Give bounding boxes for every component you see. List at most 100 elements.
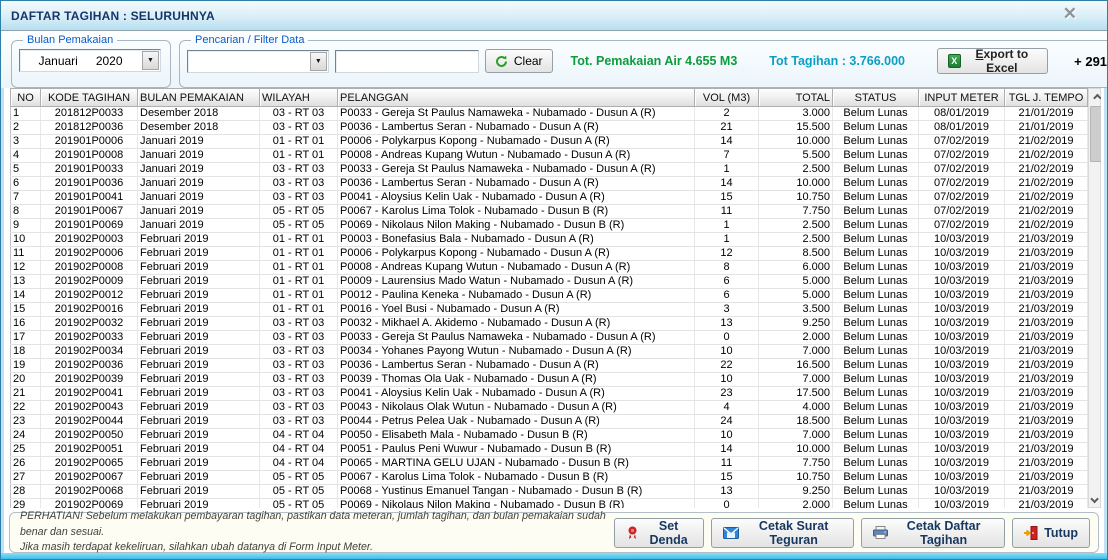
- table-row[interactable]: 23201902P0044Februari 201903 - RT 03P004…: [11, 415, 1088, 429]
- table-row[interactable]: 3201901P0006Januari 201901 - RT 01P0006 …: [11, 135, 1088, 149]
- table-row[interactable]: 2201812P0036Desember 201803 - RT 03P0036…: [11, 121, 1088, 135]
- cell-pelanggan: P0041 - Aloysius Kelin Uak - Nubamado - …: [338, 387, 695, 401]
- cell-total: 7.750: [759, 205, 833, 219]
- column-header-total[interactable]: TOTAL: [759, 89, 833, 107]
- table-row[interactable]: 19201902P0036Februari 201903 - RT 03P003…: [11, 359, 1088, 373]
- scrollbar-thumb[interactable]: [1090, 106, 1101, 162]
- table-row[interactable]: 24201902P0050Februari 201904 - RT 04P005…: [11, 429, 1088, 443]
- cell-tempo: 21/03/2019: [1005, 387, 1088, 401]
- table-row[interactable]: 28201902P0068Februari 201905 - RT 05P006…: [11, 485, 1088, 499]
- column-header-status[interactable]: STATUS: [833, 89, 919, 107]
- column-header-input[interactable]: INPUT METER: [919, 89, 1005, 107]
- cell-vol: 6: [695, 275, 759, 289]
- table-row[interactable]: 14201902P0012Februari 201901 - RT 01P001…: [11, 289, 1088, 303]
- cell-total: 5.000: [759, 275, 833, 289]
- tutup-button[interactable]: Tutup: [1012, 518, 1090, 548]
- table-row[interactable]: 29201902P0069Februari 201905 - RT 05P006…: [11, 499, 1088, 509]
- close-icon[interactable]: ✕: [1063, 4, 1077, 24]
- cell-vol: 14: [695, 177, 759, 191]
- scroll-up-icon[interactable]: [1089, 90, 1101, 105]
- table-row[interactable]: 20201902P0039Februari 201903 - RT 03P003…: [11, 373, 1088, 387]
- cell-status: Belum Lunas: [833, 107, 919, 121]
- table-row[interactable]: 1201812P0033Desember 201803 - RT 03P0033…: [11, 107, 1088, 121]
- cell-wilayah: 01 - RT 01: [260, 149, 338, 163]
- cetak-daftar-tagihan-button[interactable]: Cetak Daftar Tagihan: [861, 518, 1005, 548]
- cell-bulan: Februari 2019: [138, 261, 260, 275]
- cell-status: Belum Lunas: [833, 275, 919, 289]
- cell-status: Belum Lunas: [833, 205, 919, 219]
- cell-total: 10.000: [759, 177, 833, 191]
- cetak-surat-teguran-button[interactable]: Cetak Surat Teguran: [711, 518, 854, 548]
- table-row[interactable]: 18201902P0034Februari 201903 - RT 03P003…: [11, 345, 1088, 359]
- cell-kode: 201901P0067: [41, 205, 138, 219]
- table-row[interactable]: 26201902P0065Februari 201904 - RT 04P006…: [11, 457, 1088, 471]
- column-header-kode[interactable]: KODE TAGIHAN: [41, 89, 138, 107]
- table-row[interactable]: 10201902P0003Februari 201901 - RT 01P000…: [11, 233, 1088, 247]
- chevron-down-icon[interactable]: ▼: [310, 52, 327, 71]
- column-header-no[interactable]: NO: [11, 89, 41, 107]
- cell-bulan: Februari 2019: [138, 429, 260, 443]
- cell-pelanggan: P0069 - Nikolaus Nilon Making - Nubamado…: [338, 499, 695, 509]
- column-header-bulan[interactable]: BULAN PEMAKAIAN: [138, 89, 260, 107]
- cell-kode: 201901P0008: [41, 149, 138, 163]
- cell-wilayah: 03 - RT 03: [260, 107, 338, 121]
- table-row[interactable]: 21201902P0041Februari 201903 - RT 03P004…: [11, 387, 1088, 401]
- table-row[interactable]: 7201901P0041Januari 201903 - RT 03P0041 …: [11, 191, 1088, 205]
- cell-input: 10/03/2019: [919, 485, 1005, 499]
- table-row[interactable]: 16201902P0032Februari 201903 - RT 03P003…: [11, 317, 1088, 331]
- table-row[interactable]: 12201902P0008Februari 201901 - RT 01P000…: [11, 261, 1088, 275]
- cell-vol: 1: [695, 233, 759, 247]
- search-input[interactable]: [335, 50, 479, 73]
- cell-no: 23: [11, 415, 41, 429]
- column-header-tempo[interactable]: TGL J. TEMPO: [1005, 89, 1088, 107]
- cell-input: 07/02/2019: [919, 177, 1005, 191]
- vertical-scrollbar[interactable]: [1088, 88, 1101, 508]
- cell-vol: 10: [695, 429, 759, 443]
- cell-kode: 201902P0067: [41, 471, 138, 485]
- cell-wilayah: 04 - RT 04: [260, 457, 338, 471]
- cell-tempo: 21/02/2019: [1005, 177, 1088, 191]
- table-row[interactable]: 17201902P0033Februari 201903 - RT 03P003…: [11, 331, 1088, 345]
- table-row[interactable]: 9201901P0069Januari 201905 - RT 05P0069 …: [11, 219, 1088, 233]
- cell-no: 8: [11, 205, 41, 219]
- table-row[interactable]: 5201901P0033Januari 201903 - RT 03P0033 …: [11, 163, 1088, 177]
- cell-total: 7.750: [759, 457, 833, 471]
- table-row[interactable]: 6201901P0036Januari 201903 - RT 03P0036 …: [11, 177, 1088, 191]
- cell-kode: 201812P0033: [41, 107, 138, 121]
- table-row[interactable]: 4201901P0008Januari 201901 - RT 01P0008 …: [11, 149, 1088, 163]
- scroll-down-icon[interactable]: [1089, 491, 1101, 506]
- export-to-excel-button[interactable]: X Export to Excel: [937, 48, 1048, 74]
- cell-pelanggan: P0039 - Thomas Ola Uak - Nubamado - Dusu…: [338, 373, 695, 387]
- column-header-pelanggan[interactable]: PELANGGAN: [338, 89, 695, 107]
- chevron-down-icon[interactable]: ▼: [142, 51, 159, 70]
- cell-wilayah: 04 - RT 04: [260, 443, 338, 457]
- search-filter-label: Pencarian / Filter Data: [191, 34, 308, 46]
- cell-pelanggan: P0032 - Mikhael A. Akidemo - Nubamado - …: [338, 317, 695, 331]
- column-header-vol[interactable]: VOL (M3): [695, 89, 759, 107]
- table-row[interactable]: 27201902P0067Februari 201905 - RT 05P006…: [11, 471, 1088, 485]
- table-row[interactable]: 22201902P0043Februari 201903 - RT 03P004…: [11, 401, 1088, 415]
- cell-tempo: 21/03/2019: [1005, 233, 1088, 247]
- column-header-wilayah[interactable]: WILAYAH: [260, 89, 338, 107]
- page-title: DAFTAR TAGIHAN : SELURUHNYA: [11, 9, 215, 23]
- perhatian-notice: PERHATIAN! Sebelum melakukan pembayaran …: [20, 509, 614, 557]
- table-row[interactable]: 11201902P0006Februari 201901 - RT 01P000…: [11, 247, 1088, 261]
- cell-status: Belum Lunas: [833, 359, 919, 373]
- cell-kode: 201902P0041: [41, 387, 138, 401]
- table-row[interactable]: 15201902P0016Februari 201901 - RT 01P001…: [11, 303, 1088, 317]
- cell-pelanggan: P0036 - Lambertus Seran - Nubamado - Dus…: [338, 359, 695, 373]
- printer-icon: [873, 526, 888, 539]
- table-row[interactable]: 8201901P0067Januari 201905 - RT 05P0067 …: [11, 205, 1088, 219]
- cell-wilayah: 01 - RT 01: [260, 135, 338, 149]
- set-denda-button[interactable]: Set Denda: [614, 518, 704, 548]
- filter-field-select[interactable]: ▼: [187, 50, 329, 73]
- bulan-pemakaian-select[interactable]: Januari 2020 ▼: [19, 49, 161, 72]
- cell-pelanggan: P0051 - Paulus Peni Wuwur - Nubamado - D…: [338, 443, 695, 457]
- cell-wilayah: 01 - RT 01: [260, 303, 338, 317]
- table-row[interactable]: 25201902P0051Februari 201904 - RT 04P005…: [11, 443, 1088, 457]
- cell-kode: 201902P0009: [41, 275, 138, 289]
- clear-button[interactable]: Clear: [485, 49, 553, 73]
- cell-kode: 201902P0008: [41, 261, 138, 275]
- cell-kode: 201812P0036: [41, 121, 138, 135]
- table-row[interactable]: 13201902P0009Februari 201901 - RT 01P000…: [11, 275, 1088, 289]
